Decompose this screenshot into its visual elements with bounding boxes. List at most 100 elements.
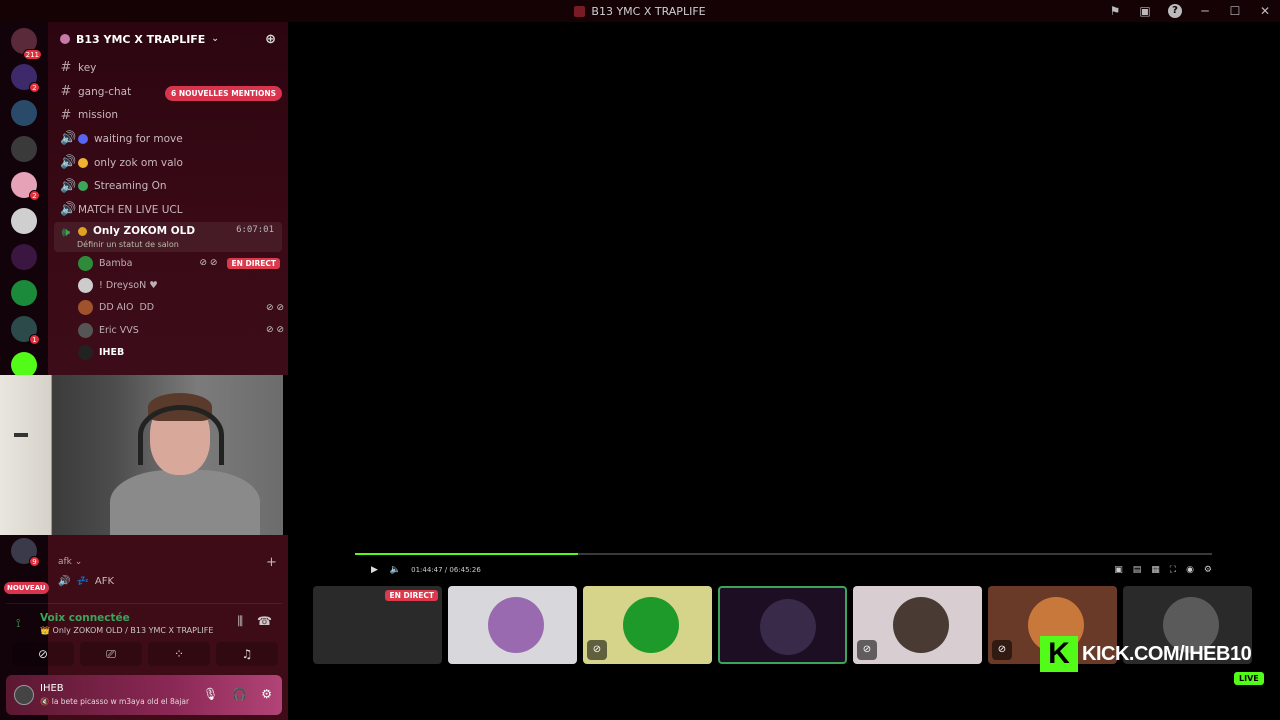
- server-badge: 9: [29, 556, 40, 567]
- avatar: [893, 597, 949, 653]
- server-icon[interactable]: 2: [11, 64, 40, 93]
- avatar: [78, 255, 93, 271]
- crown-icon: [78, 226, 87, 236]
- inbox-icon[interactable]: ▣: [1130, 4, 1160, 18]
- server-icon[interactable]: 9: [11, 538, 40, 567]
- participant-tile[interactable]: ⊘: [853, 586, 982, 664]
- voice-connection-panel: ⟟ Voix connectée 👑 Only ZOKOM OLD / B13 …: [6, 603, 282, 671]
- progress-bar[interactable]: [355, 553, 1212, 555]
- volume-icon[interactable]: 🔈: [390, 565, 401, 575]
- add-channel-icon[interactable]: +: [266, 555, 277, 570]
- channel-name: MATCH EN LIVE UCL: [78, 203, 183, 216]
- status-dot-icon: [78, 133, 88, 144]
- channel-item[interactable]: 🔊 MATCH EN LIVE UCL: [48, 198, 288, 222]
- activities-button[interactable]: ⁘: [148, 642, 210, 666]
- user-status: 🔇 la bete picasso w m3aya old el 8ajar: [40, 697, 190, 706]
- deafened-icon: ⊘: [587, 640, 607, 660]
- server-header[interactable]: B13 YMC X TRAPLIFE ⌄ ⊕: [48, 22, 288, 56]
- maximize-icon[interactable]: ☐: [1220, 4, 1250, 18]
- close-icon[interactable]: ✕: [1250, 4, 1280, 18]
- pip-icon[interactable]: ▣: [1114, 565, 1123, 575]
- server-icon[interactable]: [11, 280, 37, 306]
- voice-user[interactable]: IHEB: [48, 341, 288, 363]
- server-icon[interactable]: [11, 100, 37, 126]
- voice-user[interactable]: ! DreysoN ♥: [48, 274, 288, 296]
- webcam-overlay: [0, 375, 283, 535]
- player-time: 01:44:47 / 06:45:26: [411, 566, 481, 574]
- afk-channel[interactable]: 🔊 💤 AFK: [58, 576, 114, 587]
- title-bar-controls: ⚑ ▣ ? ─ ☐ ✕: [1100, 0, 1280, 22]
- username: IHEB: [40, 683, 64, 694]
- sidebar-bottom: 9 NOUVEAU afk ⌄ + 🔊 💤 AFK ⟟ Voix connect…: [0, 535, 288, 720]
- voice-buttons: ⊘ ⎚ ⁘ ♫: [12, 642, 278, 666]
- camera-off-button[interactable]: ⊘: [12, 642, 74, 666]
- participant-tile[interactable]: EN DIRECT: [313, 586, 442, 664]
- server-icon[interactable]: [11, 136, 37, 162]
- headphones-icon[interactable]: 🎧: [232, 687, 247, 701]
- participant-tile[interactable]: ⊘: [583, 586, 712, 664]
- live-badge: LIVE: [1234, 672, 1264, 685]
- activities-icon: ⁘: [173, 647, 185, 661]
- flag-icon[interactable]: ⚑: [1100, 4, 1130, 18]
- channel-name: waiting for move: [94, 132, 183, 145]
- disconnect-icon[interactable]: ☎: [257, 614, 272, 629]
- channel-item[interactable]: # mission: [48, 103, 288, 127]
- play-icon[interactable]: ▶: [371, 565, 378, 575]
- text-channel-icon: #: [60, 60, 72, 76]
- settings-icon[interactable]: ⚙: [261, 687, 272, 701]
- grid-icon[interactable]: ▦: [1151, 565, 1160, 575]
- voice-status[interactable]: Voix connectée: [40, 612, 130, 624]
- server-icon[interactable]: 2: [11, 172, 40, 201]
- participant-tile[interactable]: [448, 586, 577, 664]
- channel-item[interactable]: 🔊 Streaming On: [48, 174, 288, 198]
- chevron-down-icon: ⌄: [211, 34, 219, 44]
- channel-status-prompt[interactable]: Définir un statut de salon: [77, 240, 179, 249]
- player-settings: ▣ ▤ ▦ ⛶ ◉ ⚙: [1114, 565, 1212, 575]
- deafened-icon: ⊘: [857, 640, 877, 660]
- afk-category[interactable]: afk ⌄: [58, 557, 82, 567]
- fullscreen-icon[interactable]: ⛶: [1170, 565, 1176, 575]
- minimize-icon[interactable]: ─: [1190, 4, 1220, 18]
- deafened-icon: ⊘: [992, 640, 1012, 660]
- avatar[interactable]: [14, 685, 34, 705]
- server-icon[interactable]: 1: [11, 316, 40, 345]
- help-icon[interactable]: ?: [1168, 4, 1182, 18]
- add-user-icon[interactable]: ⊕: [265, 32, 276, 47]
- channel-name: key: [78, 61, 97, 74]
- settings-icon[interactable]: ⚙: [1204, 565, 1212, 575]
- theater-icon[interactable]: ▤: [1133, 565, 1142, 575]
- soundboard-button[interactable]: ♫: [216, 642, 278, 666]
- active-voice-channel[interactable]: 🕪 Only ZOKOM OLD 6:07:01 Définir un stat…: [54, 221, 282, 252]
- user-name: Bamba: [99, 257, 133, 269]
- kick-url: KICK.COM/IHEB10: [1082, 642, 1252, 665]
- channel-item[interactable]: 🔊 waiting for move: [48, 127, 288, 151]
- user-name: ! DreysoN ♥: [99, 279, 158, 291]
- clip-icon[interactable]: ◉: [1186, 565, 1194, 575]
- microphone-icon[interactable]: 🎙: [203, 687, 218, 701]
- voice-channel-icon: 🔊: [60, 178, 77, 194]
- headphones: [138, 405, 224, 465]
- avatar: [78, 322, 93, 338]
- avatar: [760, 599, 816, 655]
- server-icon[interactable]: [11, 208, 37, 234]
- channel-item[interactable]: # key: [48, 56, 288, 80]
- user-controls: 🎙 🎧 ⚙: [203, 687, 272, 701]
- server-icon[interactable]: [11, 244, 37, 270]
- player-controls: ▶ 🔈 01:44:47 / 06:45:26 ▣ ▤ ▦ ⛶ ◉ ⚙: [355, 562, 1212, 578]
- channel-sidebar: B13 YMC X TRAPLIFE ⌄ ⊕ # key # gang-chat # mi…: [48, 22, 288, 375]
- voice-user[interactable]: Eric VVS ⊘ ⊘: [48, 319, 288, 341]
- voice-user[interactable]: DD AIO DD ⊘ ⊘: [48, 297, 288, 319]
- voice-location: 👑 Only ZOKOM OLD / B13 YMC X TRAPLIFE: [40, 626, 213, 635]
- noise-suppression-icon[interactable]: ⫼: [238, 614, 244, 629]
- channel-timer: 6:07:01: [236, 224, 274, 235]
- avatar: [623, 597, 679, 653]
- home-icon[interactable]: 211: [11, 28, 42, 60]
- screen-share-button[interactable]: ⎚: [80, 642, 142, 666]
- new-mentions-badge[interactable]: 6 NOUVELLES MENTIONS: [165, 86, 283, 101]
- participant-tile[interactable]: [718, 586, 847, 664]
- live-badge: EN DIRECT: [227, 257, 280, 269]
- user-panel: IHEB 🔇 la bete picasso w m3aya old el 8a…: [6, 675, 282, 715]
- voice-user[interactable]: Bamba ⊘ ⊘ EN DIRECT: [48, 252, 288, 274]
- title-bar: B13 YMC X TRAPLIFE ⚑ ▣ ? ─ ☐ ✕: [0, 0, 1280, 22]
- channel-item[interactable]: 🔊 only zok om valo: [48, 151, 288, 175]
